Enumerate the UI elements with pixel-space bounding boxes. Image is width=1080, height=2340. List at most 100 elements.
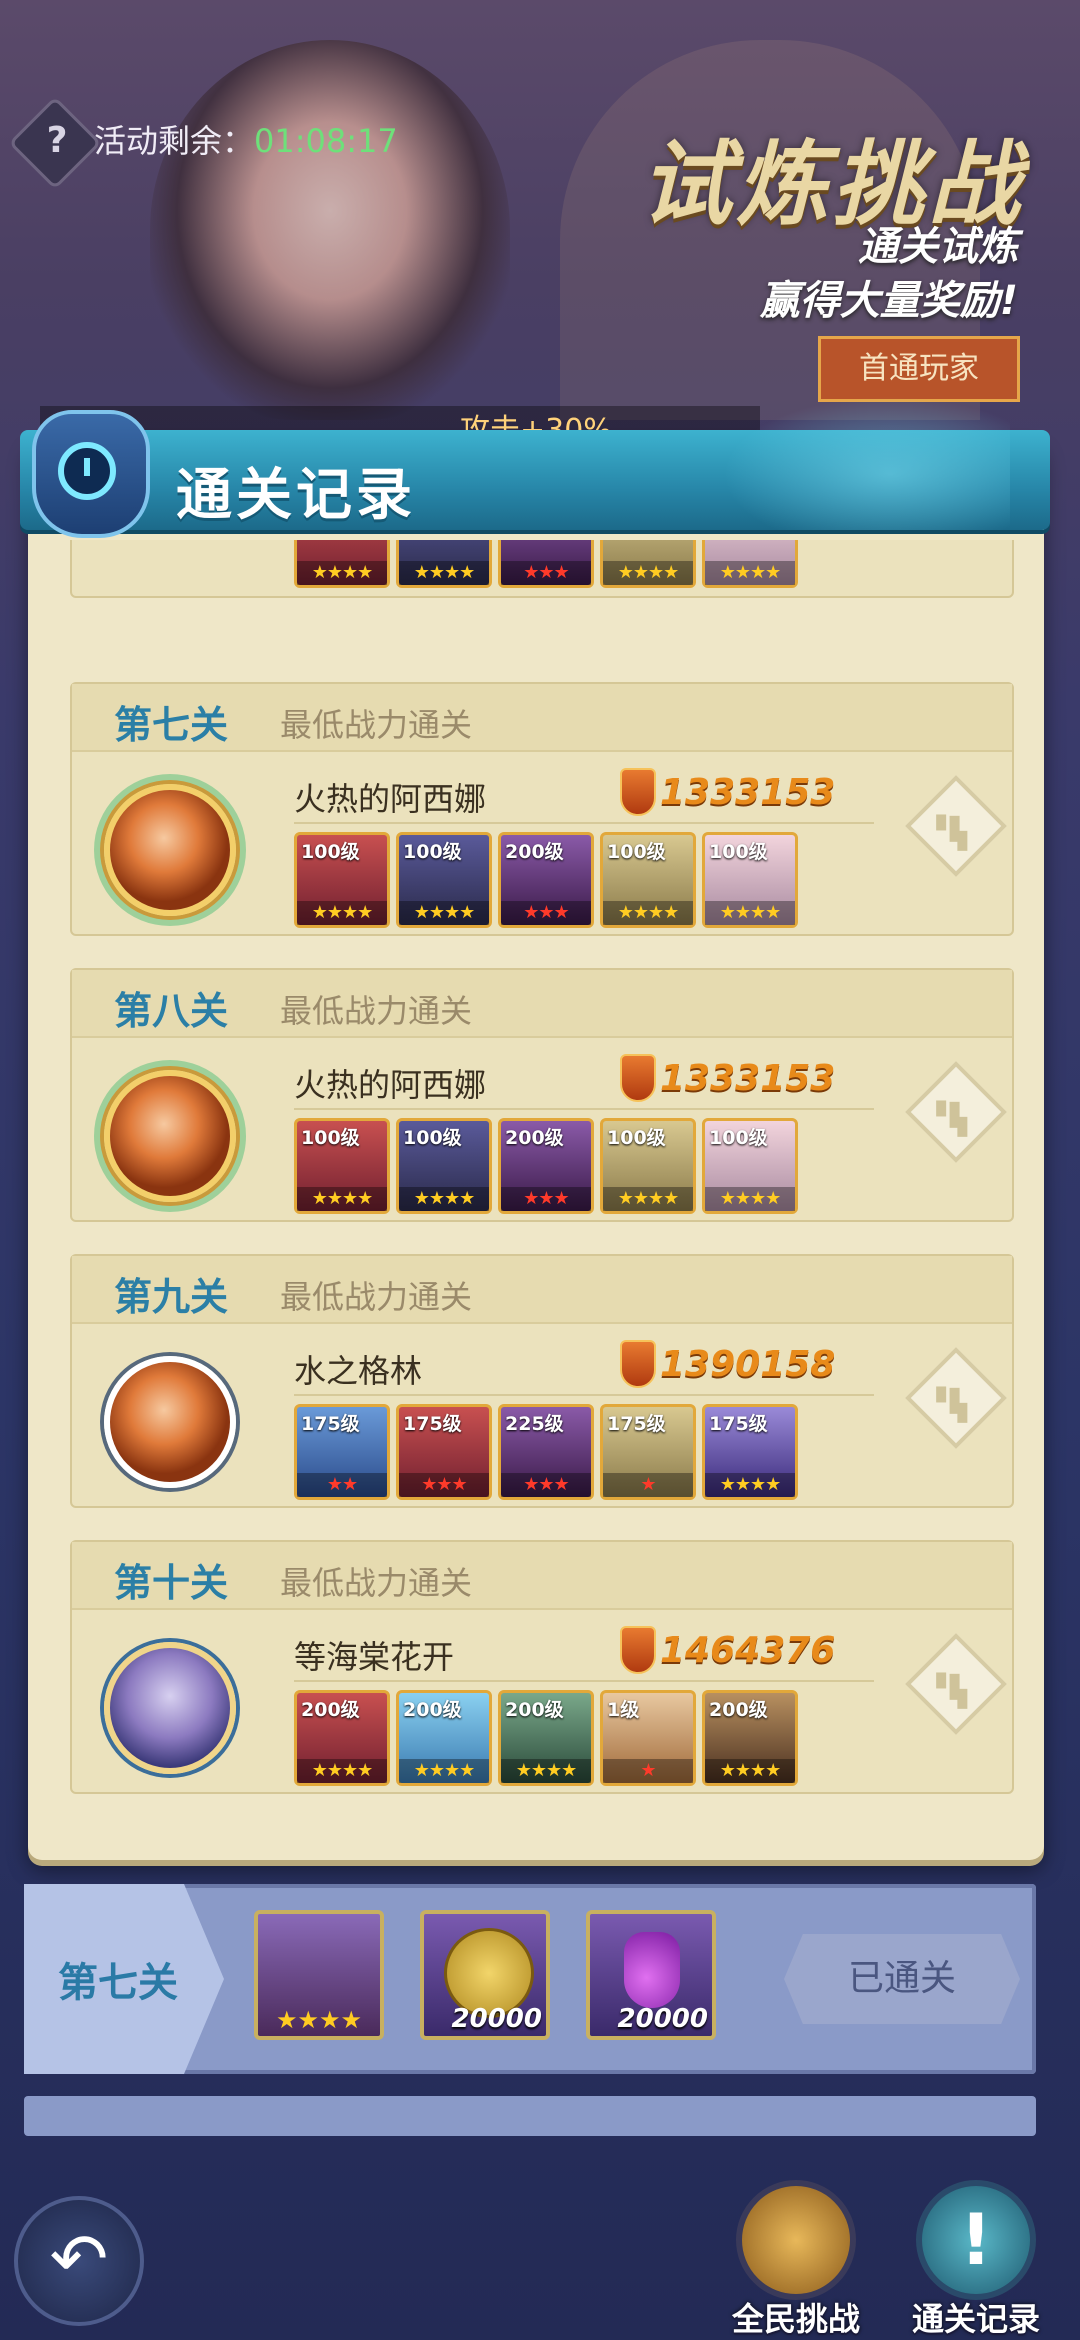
stage-card-header: 第八关 最低战力通关 [72, 970, 1012, 1038]
hero-slot[interactable]: 175级 ★ [600, 1404, 696, 1500]
record-list[interactable]: ★★★★ ★★★★ ★★★ ★★★★ ★★★★ 第七关 最低战力通关 火热的阿西… [40, 540, 1030, 1840]
all-challenge-button[interactable]: 全民挑战 [726, 2180, 866, 2338]
exclamation-icon: ! [916, 2180, 1036, 2300]
potion-icon [624, 1932, 680, 2008]
hero-slot[interactable]: ★★★★ [294, 540, 390, 588]
stage-note: 最低战力通关 [280, 1278, 473, 1316]
power-display: 1464376 [620, 1626, 835, 1674]
partial-hero-lineup: ★★★★ ★★★★ ★★★ ★★★★ ★★★★ [294, 540, 798, 588]
hero-slot[interactable]: 200级 ★★★ [498, 1118, 594, 1214]
statue-decoration [710, 390, 1010, 530]
stage-note: 最低战力通关 [280, 1564, 473, 1602]
hero-slot[interactable]: 100级 ★★★★ [702, 832, 798, 928]
hero-slot[interactable]: 200级 ★★★★ [498, 1690, 594, 1786]
hero-slot[interactable]: 100级 ★★★★ [396, 1118, 492, 1214]
reward-hero-stars: ★★★★ [275, 2006, 363, 2034]
hero-slot[interactable]: 100级 ★★★★ [600, 832, 696, 928]
power-value: 1333153 [660, 771, 836, 813]
ranking-icon[interactable] [905, 1347, 1007, 1449]
event-subtitle-line2: 赢得大量奖励! [759, 278, 1018, 324]
player-avatar[interactable] [104, 1070, 236, 1202]
power-shield-icon [620, 768, 656, 816]
hero-lineup: 175级 ★★ 175级 ★★★ 225级 ★★★ 175级 ★ 175级 ★★★★ [294, 1404, 798, 1500]
player-name: 水之格林 [294, 1352, 423, 1390]
clear-record-label: 通关记录 [911, 2300, 1040, 2338]
reward-stage-name: 第七关 [58, 1960, 178, 2006]
clear-record-button[interactable]: ! 通关记录 [906, 2180, 1046, 2338]
coin-amount: 20000 [451, 2004, 542, 2034]
reward-potion-item[interactable]: 20000 [586, 1910, 716, 2040]
reward-hero-item[interactable]: ★★★★ [254, 1910, 384, 2040]
stage-name: 第七关 [114, 703, 229, 747]
stage-name: 第九关 [114, 1275, 229, 1319]
next-reward-row-partial [24, 2096, 1036, 2136]
reward-coin-item[interactable]: 20000 [420, 1910, 550, 2040]
hero-slot[interactable]: ★★★★ [702, 540, 798, 588]
power-value: 1333153 [660, 1057, 836, 1099]
power-shield-icon [620, 1340, 656, 1388]
hero-lineup: 100级 ★★★★ 100级 ★★★★ 200级 ★★★ 100级 ★★★★ 100级 ★… [294, 1118, 798, 1214]
hero-slot[interactable]: 100级 ★★★★ [396, 832, 492, 928]
hero-slot[interactable]: 175级 ★★ [294, 1404, 390, 1500]
player-avatar[interactable] [104, 1356, 236, 1488]
event-subtitle-line1: 通关试炼 [858, 224, 1018, 270]
ranking-icon[interactable] [905, 1633, 1007, 1735]
hero-slot[interactable]: 175级 ★★★★ [702, 1404, 798, 1500]
hero-slot[interactable]: ★★★★ [600, 540, 696, 588]
cleared-status-button[interactable]: 已通关 [784, 1934, 1020, 2024]
hero-slot[interactable]: 1级 ★ [600, 1690, 696, 1786]
stage-card-10: 第十关 最低战力通关 等海棠花开 1464376 200级 ★★★★ 200级 ★★… [70, 1540, 1014, 1794]
power-shield-icon [620, 1626, 656, 1674]
all-challenge-label: 全民挑战 [731, 2300, 860, 2338]
stage-card-7: 第七关 最低战力通关 火热的阿西娜 1333153 100级 ★★★★ 100级 ★… [70, 682, 1014, 936]
stage-name: 第八关 [114, 989, 229, 1033]
hero-slot[interactable]: 225级 ★★★ [498, 1404, 594, 1500]
stage-name: 第十关 [114, 1561, 229, 1605]
stage-card-header: 第十关 最低战力通关 [72, 1542, 1012, 1610]
ranking-icon[interactable] [905, 1061, 1007, 1163]
power-value: 1390158 [660, 1343, 836, 1385]
panel-header-banner [20, 390, 1050, 530]
player-name: 火热的阿西娜 [294, 1066, 487, 1104]
power-display: 1390158 [620, 1340, 835, 1388]
hero-slot[interactable]: 100级 ★★★★ [702, 1118, 798, 1214]
panel-title: 通关记录 [176, 463, 416, 528]
stage-card-header: 第七关 最低战力通关 [72, 684, 1012, 752]
hero-slot[interactable]: 200级 ★★★★ [702, 1690, 798, 1786]
reward-stage-label: 第七关 [24, 1884, 224, 2074]
event-countdown: 活动剩余：01:08:17 [94, 116, 398, 162]
back-arrow-icon[interactable]: ↶ [14, 2196, 144, 2326]
hero-lineup: 200级 ★★★★ 200级 ★★★★ 200级 ★★★★ 1级 ★ 200级 ★★★★ [294, 1690, 798, 1786]
hero-slot[interactable]: 175级 ★★★ [396, 1404, 492, 1500]
power-shield-icon [620, 1054, 656, 1102]
hero-portrait-illustration [150, 40, 510, 420]
stage-card-9: 第九关 最低战力通关 水之格林 1390158 175级 ★★ 175级 ★★★ 2… [70, 1254, 1014, 1508]
ranking-icon[interactable] [905, 775, 1007, 877]
hero-slot[interactable]: 200级 ★★★★ [294, 1690, 390, 1786]
stage-note: 最低战力通关 [280, 992, 473, 1030]
hero-lineup: 100级 ★★★★ 100级 ★★★★ 200级 ★★★ 100级 ★★★★ 100级 ★… [294, 832, 798, 928]
hero-slot[interactable]: 200级 ★★★ [498, 832, 594, 928]
hero-slot[interactable]: 100级 ★★★★ [294, 832, 390, 928]
clock-icon [22, 390, 152, 540]
player-name: 等海棠花开 [294, 1638, 455, 1676]
event-subtitle: 通关试炼 赢得大量奖励! [760, 220, 1018, 328]
power-value: 1464376 [660, 1629, 836, 1671]
hero-slot[interactable]: 100级 ★★★★ [294, 1118, 390, 1214]
player-avatar[interactable] [104, 784, 236, 916]
power-display: 1333153 [620, 768, 835, 816]
stage-card-header: 第九关 最低战力通关 [72, 1256, 1012, 1324]
countdown-label: 活动剩余： [94, 122, 255, 160]
trophy-icon [736, 2180, 856, 2300]
stage-card-partial: ★★★★ ★★★★ ★★★ ★★★★ ★★★★ [70, 540, 1014, 598]
hero-slot[interactable]: 200级 ★★★★ [396, 1690, 492, 1786]
hero-slot[interactable]: ★★★★ [396, 540, 492, 588]
power-display: 1333153 [620, 1054, 835, 1102]
hero-slot[interactable]: 100级 ★★★★ [600, 1118, 696, 1214]
potion-amount: 20000 [617, 2004, 708, 2034]
stage-note: 最低战力通关 [280, 706, 473, 744]
hero-slot[interactable]: ★★★ [498, 540, 594, 588]
stage-card-8: 第八关 最低战力通关 火热的阿西娜 1333153 100级 ★★★★ 100级 ★… [70, 968, 1014, 1222]
countdown-value: 01:08:17 [254, 122, 398, 160]
player-avatar[interactable] [104, 1642, 236, 1774]
